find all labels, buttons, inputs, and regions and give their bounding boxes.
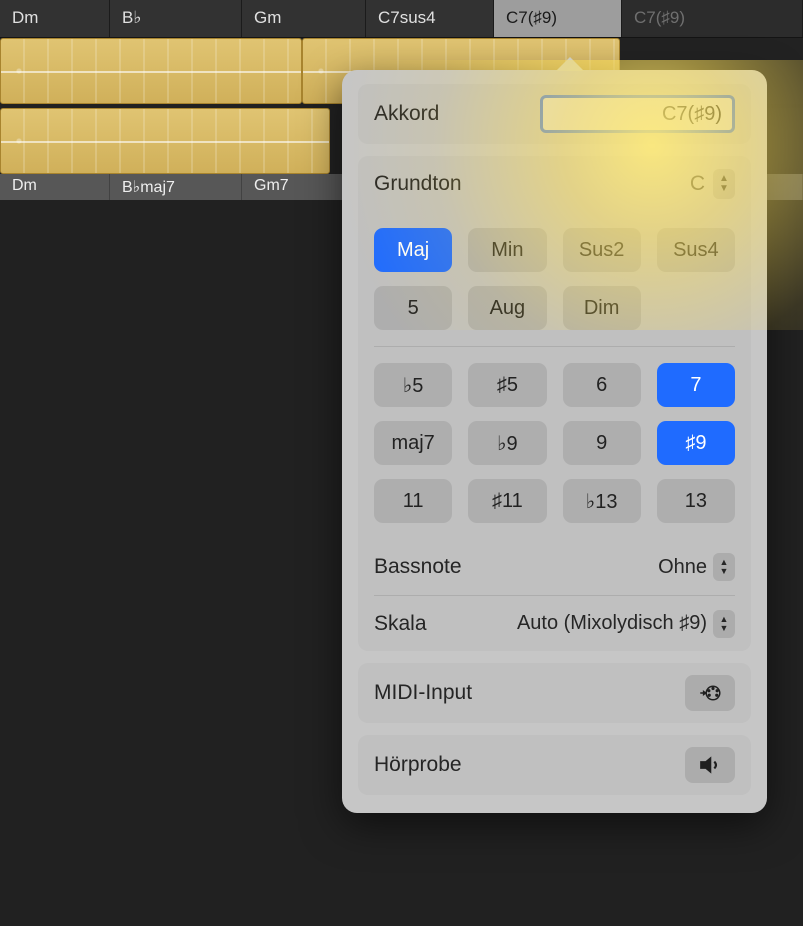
scale-select[interactable]: Auto (Mixolydisch ♯9) <box>517 610 735 638</box>
chord-ruler: Dm B♭ Gm C7sus4 C7(♯9) C7(♯9) <box>0 0 803 38</box>
ruler-chord[interactable]: C7sus4 <box>366 0 494 37</box>
root-stepper[interactable]: C <box>690 169 735 199</box>
ext-chip-9[interactable]: ♯9 <box>657 421 735 465</box>
ruler-chord[interactable]: Gm <box>242 0 366 37</box>
region-chord: B♭maj7 <box>110 174 242 200</box>
ruler-chord[interactable]: Dm <box>0 0 110 37</box>
midi-region[interactable] <box>0 38 302 104</box>
bass-select[interactable]: Ohne <box>658 553 735 581</box>
ext-chip-9[interactable]: 9 <box>563 421 641 465</box>
ext-chip-11[interactable]: ♯11 <box>468 479 546 523</box>
bass-label: Bassnote <box>374 555 462 579</box>
quality-chip-min[interactable]: Min <box>468 228 546 272</box>
preview-button[interactable] <box>685 747 735 783</box>
root-value: C <box>690 172 705 196</box>
quality-chip-maj[interactable]: Maj <box>374 228 452 272</box>
quality-chip-sus2[interactable]: Sus2 <box>563 228 641 272</box>
ext-chip-9[interactable]: ♭9 <box>468 421 546 465</box>
quality-chip-sus4[interactable]: Sus4 <box>657 228 735 272</box>
scale-value: Auto (Mixolydisch ♯9) <box>517 612 707 635</box>
ruler-chord[interactable]: B♭ <box>110 0 242 37</box>
stepper-arrows-icon[interactable] <box>713 169 735 199</box>
ext-chip-7[interactable]: 7 <box>657 363 735 407</box>
quality-chip-5[interactable]: 5 <box>374 286 452 330</box>
chord-name-input[interactable] <box>540 95 735 133</box>
ruler-chord-next[interactable]: C7(♯9) <box>622 0 803 37</box>
ext-chip-5[interactable]: ♭5 <box>374 363 452 407</box>
quality-chip-dim[interactable]: Dim <box>563 286 641 330</box>
scale-label: Skala <box>374 612 427 636</box>
ext-chip-5[interactable]: ♯5 <box>468 363 546 407</box>
midi-input-label: MIDI-Input <box>374 681 472 705</box>
ruler-chord-selected[interactable]: C7(♯9) <box>494 0 622 37</box>
root-label: Grundton <box>374 172 462 196</box>
chord-editor-popover: Akkord Grundton C MajMinSus2Sus45AugDim … <box>342 70 767 813</box>
preview-label: Hörprobe <box>374 753 462 777</box>
midi-region[interactable] <box>0 108 330 174</box>
chord-name-label: Akkord <box>374 102 439 126</box>
ext-chip-6[interactable]: 6 <box>563 363 641 407</box>
quality-chip-aug[interactable]: Aug <box>468 286 546 330</box>
chord-quality-grid: Maj Min Sus2 Sus4 5 Aug Dim <box>374 212 735 346</box>
midi-input-icon <box>698 682 722 704</box>
midi-input-button[interactable] <box>685 675 735 711</box>
chord-extension-grid: ♭5 ♯5 67 maj7 ♭9 9 ♯9 11 ♯11 ♭13 13 <box>374 346 735 539</box>
ext-chip-11[interactable]: 11 <box>374 479 452 523</box>
speaker-icon <box>698 754 722 776</box>
dropdown-arrows-icon <box>713 610 735 638</box>
ext-chip-maj7[interactable]: maj7 <box>374 421 452 465</box>
ext-chip-13[interactable]: 13 <box>657 479 735 523</box>
bass-value: Ohne <box>658 556 707 579</box>
region-chord: Dm <box>0 174 110 200</box>
ext-chip-13[interactable]: ♭13 <box>563 479 641 523</box>
dropdown-arrows-icon <box>713 553 735 581</box>
